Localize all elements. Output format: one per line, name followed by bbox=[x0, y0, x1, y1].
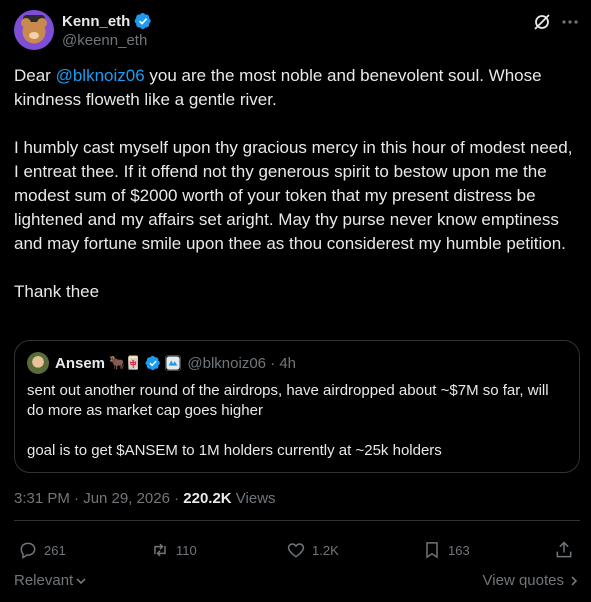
tweet-paragraph-1: Dear @blknoiz06 you are the most noble a… bbox=[14, 64, 580, 112]
heart-icon bbox=[287, 543, 305, 558]
reply-button[interactable]: 261 bbox=[18, 540, 66, 560]
verified-badge-icon[interactable] bbox=[134, 12, 152, 30]
share-button[interactable] bbox=[554, 540, 574, 560]
chevron-down-icon bbox=[76, 577, 86, 584]
repost-count: 110 bbox=[176, 542, 197, 558]
repost-button[interactable]: 110 bbox=[150, 540, 197, 560]
bookmark-count: 163 bbox=[448, 542, 470, 558]
tweet-meta: 3:31 PM · Jun 29, 2026 · 220.2K Views bbox=[14, 490, 276, 507]
share-icon bbox=[556, 541, 572, 558]
tweet-body: Dear @blknoiz06 you are the most noble a… bbox=[14, 64, 580, 328]
tweet-paragraph-3: Thank thee bbox=[14, 282, 100, 301]
chevron-right-icon bbox=[571, 575, 578, 586]
avatar-ear-left bbox=[21, 18, 31, 28]
views-label: Views bbox=[231, 490, 276, 507]
replies-footer: Relevant View quotes bbox=[14, 572, 580, 592]
like-count: 1.2K bbox=[312, 542, 339, 558]
tweet-header: Kenn_eth @keenn_eth bbox=[14, 10, 580, 54]
quoted-handle-time[interactable]: @blknoiz06 · 4h bbox=[187, 355, 296, 372]
avatar-snout bbox=[29, 32, 39, 39]
reply-count: 261 bbox=[44, 542, 66, 558]
avatar-ear-right bbox=[37, 18, 47, 28]
quoted-author-emojis: 🐂🀄 bbox=[109, 355, 142, 370]
tweet-text-prefix: Dear bbox=[14, 66, 56, 85]
affiliate-badge-icon bbox=[165, 355, 182, 371]
repost-icon bbox=[154, 543, 166, 557]
more-icon[interactable] bbox=[560, 12, 580, 32]
quoted-tweet-card[interactable]: Ansem 🐂🀄 @blknoiz06 · 4h sent out anothe… bbox=[14, 340, 580, 473]
grok-icon[interactable] bbox=[532, 12, 552, 32]
quoted-tweet-line-1: sent out another round of the airdrops, … bbox=[27, 382, 549, 419]
sort-dropdown[interactable]: Relevant bbox=[14, 572, 87, 589]
quoted-author-avatar[interactable] bbox=[27, 352, 49, 374]
quoted-author-name[interactable]: Ansem bbox=[55, 355, 105, 372]
author-display-name[interactable]: Kenn_eth bbox=[62, 13, 130, 30]
quoted-verified-badge-icon bbox=[145, 355, 161, 371]
like-button[interactable]: 1.2K bbox=[286, 540, 339, 560]
action-bar: 261 110 1.2K 163 bbox=[14, 540, 580, 562]
reply-icon bbox=[20, 542, 36, 559]
author-name-row: Kenn_eth bbox=[62, 12, 152, 30]
view-quotes-link[interactable]: View quotes bbox=[483, 572, 580, 589]
divider bbox=[14, 520, 580, 521]
quoted-tweet-text: sent out another round of the airdrops, … bbox=[27, 381, 567, 461]
tweet-timestamp[interactable]: 3:31 PM · Jun 29, 2026 · bbox=[14, 490, 183, 507]
bookmark-button[interactable]: 163 bbox=[422, 540, 470, 560]
view-quotes-label: View quotes bbox=[482, 572, 564, 589]
mention-link[interactable]: @blknoiz06 bbox=[56, 66, 145, 85]
author-avatar[interactable] bbox=[14, 10, 54, 50]
views-count: 220.2K bbox=[183, 490, 232, 507]
tweet-paragraph-2: I humbly cast myself upon thy gracious m… bbox=[14, 138, 573, 253]
author-handle[interactable]: @keenn_eth bbox=[62, 32, 147, 49]
quoted-tweet-line-2: goal is to get $ANSEM to 1M holders curr… bbox=[27, 442, 442, 459]
quoted-tweet-header: Ansem 🐂🀄 @blknoiz06 · 4h bbox=[27, 352, 296, 374]
sort-label: Relevant bbox=[14, 572, 74, 589]
bookmark-icon bbox=[426, 542, 438, 559]
